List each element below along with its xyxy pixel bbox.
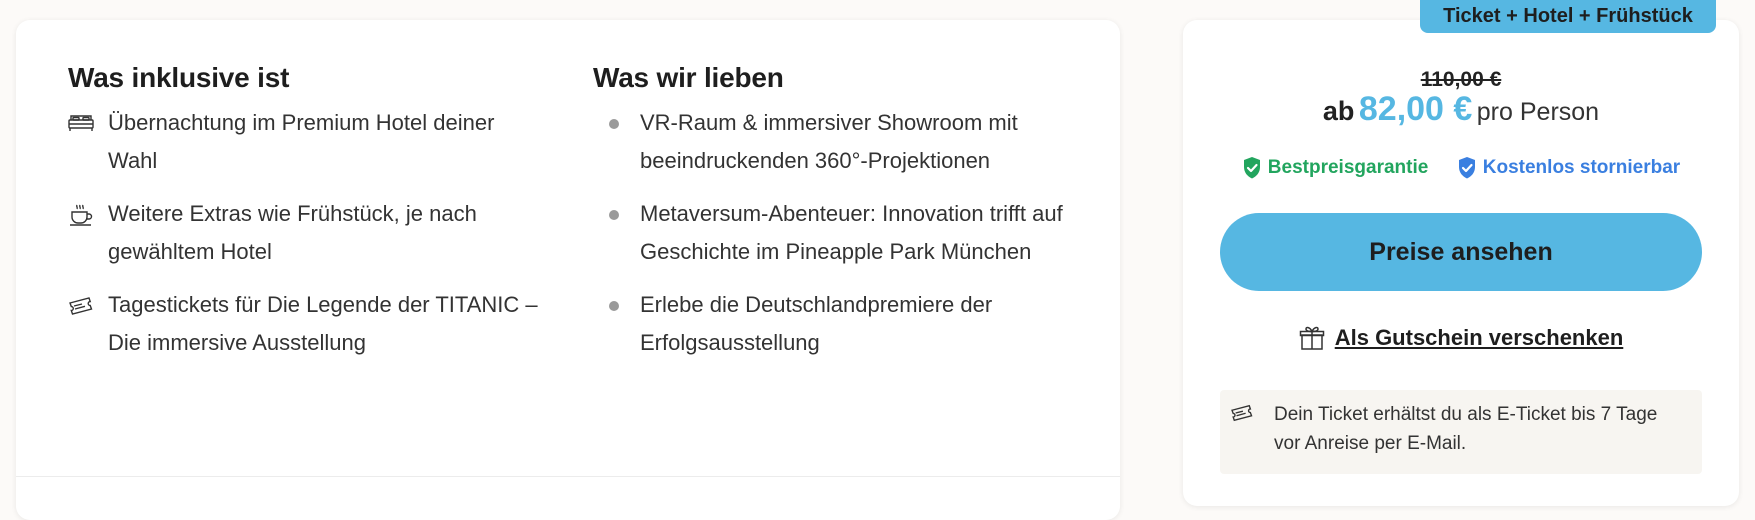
price-line: ab 82,00 € pro Person [1183,90,1739,129]
loved-section: Was wir lieben VR-Raum & immersiver Show… [593,62,1073,377]
gift-icon [1299,326,1324,350]
price-suffix: pro Person [1476,98,1600,126]
view-prices-button[interactable]: Preise ansehen [1220,213,1702,291]
included-section: Was inklusive ist Übernachtung im Premiu… [68,62,538,377]
shield-check-icon [1243,157,1260,179]
e-ticket-info-text: Dein Ticket erhältst du als E-Ticket bis… [1274,404,1658,454]
ticket-icon [1230,403,1254,428]
price-prefix: ab [1322,96,1355,126]
included-item-text: Tagestickets für Die Legende der TITANIC… [108,292,538,355]
gift-voucher-row: Als Gutschein verschenken [1183,325,1739,351]
section-divider [16,476,1120,477]
bullet-dot-icon [609,119,619,129]
free-cancellation: Kostenlos stornierbar [1457,156,1680,180]
loved-item-text: VR-Raum & immersiver Showroom mit beeind… [640,110,1018,173]
included-item-text: Übernachtung im Premium Hotel deiner Wah… [108,110,495,173]
loved-item-text: Erlebe die Deutschlandpremiere der Erfol… [640,292,993,355]
ticket-icon [68,295,94,317]
free-cancellation-label: Kostenlos stornierbar [1482,157,1681,179]
included-item: Tagestickets für Die Legende der TITANIC… [68,286,538,362]
shield-check-icon [1458,157,1475,179]
loved-item: VR-Raum & immersiver Showroom mit beeind… [593,104,1073,180]
bullet-dot-icon [609,301,619,311]
included-item: Weitere Extras wie Frühstück, je nach ge… [68,195,538,271]
guarantees: Bestpreisgarantie Kostenlos stornierbar [1183,156,1739,180]
gift-voucher-link[interactable]: Als Gutschein verschenken [1335,325,1624,350]
loved-item-text: Metaversum-Abenteuer: Innovation trifft … [640,201,1063,264]
bed-icon [68,113,94,135]
current-price: 82,00 € [1358,90,1473,128]
loved-item: Erlebe die Deutschlandpremiere der Erfol… [593,286,1073,362]
e-ticket-info: Dein Ticket erhältst du als E-Ticket bis… [1220,390,1702,474]
booking-card: 110,00 € ab 82,00 € pro Person Bestpreis… [1183,20,1739,506]
old-price: 110,00 € [1420,68,1502,91]
bullet-dot-icon [609,210,619,220]
package-badge: Ticket + Hotel + Frühstück [1420,0,1716,33]
included-heading: Was inklusive ist [68,62,290,93]
coffee-cup-icon [68,204,94,226]
best-price-guarantee: Bestpreisgarantie [1242,156,1429,180]
loved-heading: Was wir lieben [593,62,784,93]
best-price-label: Bestpreisgarantie [1267,157,1429,179]
details-card: Was inklusive ist Übernachtung im Premiu… [16,20,1120,520]
loved-item: Metaversum-Abenteuer: Innovation trifft … [593,195,1073,271]
included-item: Übernachtung im Premium Hotel deiner Wah… [68,104,538,180]
included-item-text: Weitere Extras wie Frühstück, je nach ge… [108,201,477,264]
